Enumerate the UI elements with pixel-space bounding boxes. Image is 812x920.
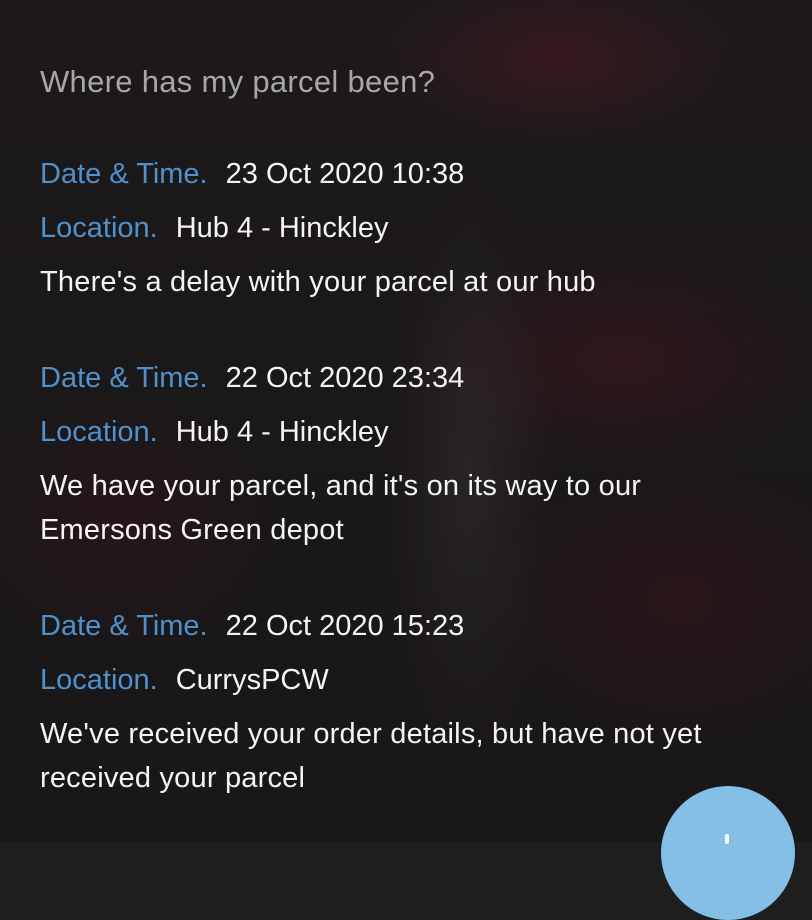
event-description: We've received your order details, but h… xyxy=(40,718,702,794)
location-value: Hub 4 - Hinckley xyxy=(175,212,389,244)
floating-action-button[interactable] xyxy=(661,786,795,920)
location-label: Location. xyxy=(40,212,158,244)
event-description: We have your parcel, and it's on its way… xyxy=(40,470,642,546)
event-location-row: Location. Hub 4 - Hinckley xyxy=(40,414,772,450)
date-time-value: 23 Oct 2020 10:38 xyxy=(225,158,465,190)
parcel-history: Where has my parcel been? Date & Time. 23… xyxy=(40,62,772,856)
date-time-value: 22 Oct 2020 15:23 xyxy=(225,610,465,642)
location-value: CurrysPCW xyxy=(175,664,329,696)
tracking-event: Date & Time. 22 Oct 2020 23:34 Location. H… xyxy=(40,360,772,552)
location-label: Location. xyxy=(40,416,158,448)
event-location-row: Location. CurrysPCW xyxy=(40,662,772,698)
date-time-value: 22 Oct 2020 23:34 xyxy=(225,362,465,394)
event-date-row: Date & Time. 23 Oct 2020 10:38 xyxy=(40,156,772,192)
location-value: Hub 4 - Hinckley xyxy=(175,416,389,448)
tracking-event: Date & Time. 23 Oct 2020 10:38 Location. H… xyxy=(40,156,772,304)
event-description: There's a delay with your parcel at our … xyxy=(40,266,596,298)
event-location-row: Location. Hub 4 - Hinckley xyxy=(40,210,772,246)
fab-icon xyxy=(725,834,729,844)
page-title: Where has my parcel been? xyxy=(40,64,436,99)
date-time-label: Date & Time. xyxy=(40,610,208,642)
event-date-row: Date & Time. 22 Oct 2020 23:34 xyxy=(40,360,772,396)
location-label: Location. xyxy=(40,664,158,696)
date-time-label: Date & Time. xyxy=(40,362,208,394)
tracking-event: Date & Time. 22 Oct 2020 15:23 Location. C… xyxy=(40,608,772,800)
date-time-label: Date & Time. xyxy=(40,158,208,190)
event-date-row: Date & Time. 22 Oct 2020 15:23 xyxy=(40,608,772,644)
